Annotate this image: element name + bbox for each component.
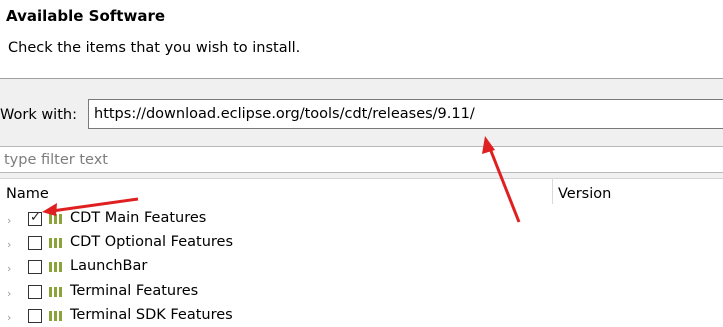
chevron-right-icon[interactable]: › [7, 287, 11, 301]
row-checkbox[interactable]: ✓ [28, 210, 42, 226]
chevron-right-icon[interactable]: › [7, 311, 11, 325]
row-label: Terminal SDK Features [70, 306, 233, 323]
row-label: CDT Main Features [70, 210, 207, 226]
feature-group-icon [49, 262, 62, 273]
row-checkbox[interactable] [28, 236, 42, 251]
table-row[interactable]: › Terminal Features [0, 282, 723, 306]
feature-group-icon [49, 238, 62, 249]
table-row[interactable]: › CDT Optional Features [0, 233, 723, 257]
row-checkbox[interactable] [28, 284, 42, 299]
checkmark-icon: ✓ [30, 210, 41, 225]
available-software-page: Available Software Check the items that … [0, 0, 723, 327]
row-checkbox[interactable] [28, 308, 42, 323]
row-label: LaunchBar [70, 258, 148, 275]
chevron-right-icon[interactable]: › [7, 238, 11, 252]
work-with-label: Work with: [0, 107, 77, 123]
table-row[interactable]: › LaunchBar [0, 257, 723, 281]
feature-group-icon [49, 214, 62, 224]
row-label: CDT Optional Features [70, 234, 234, 251]
column-header-version[interactable]: Version [558, 186, 611, 202]
table-row[interactable]: › ✓ CDT Main Features [0, 209, 723, 233]
row-label: Terminal Features [70, 282, 199, 299]
chevron-right-icon[interactable]: › [7, 214, 11, 228]
feature-group-icon [49, 286, 62, 297]
filter-input[interactable] [0, 146, 723, 173]
table-row[interactable]: › Terminal SDK Features [0, 306, 723, 327]
page-subtitle: Check the items that you wish to install… [8, 40, 301, 56]
page-title: Available Software [6, 7, 166, 25]
row-checkbox[interactable] [28, 260, 42, 275]
chevron-right-icon[interactable]: › [7, 262, 11, 276]
column-divider[interactable] [552, 178, 553, 204]
feature-group-icon [49, 310, 62, 321]
column-header-name[interactable]: Name [6, 186, 49, 202]
work-with-input[interactable] [88, 99, 723, 129]
